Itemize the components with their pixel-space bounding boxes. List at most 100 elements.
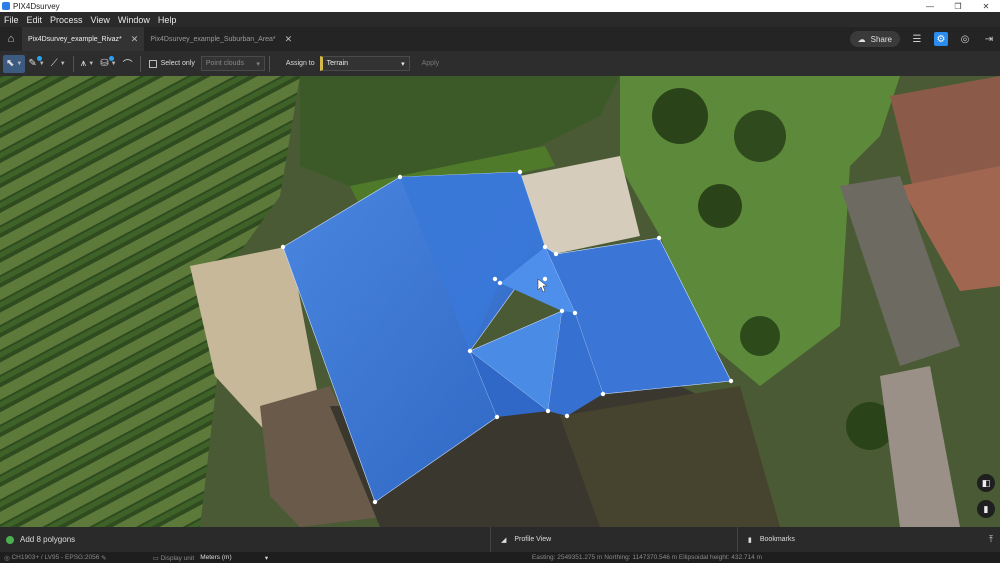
vertex-handle[interactable]	[545, 408, 551, 414]
status-message: Add 8 polygons	[20, 535, 76, 544]
menu-view[interactable]: View	[89, 15, 116, 25]
home-icon[interactable]: ⌂	[0, 27, 22, 51]
toolbar: ⬉ ▼ ✎ ▼ ⟋ ▼ ⩚ ▼ ⛁ ▼ ⌒ Select only Point cloud…	[0, 51, 1000, 76]
menu-process[interactable]: Process	[48, 15, 89, 25]
vertex-handle[interactable]	[600, 391, 606, 397]
bottom-panel: Add 8 polygons ◢ Profile View ▮ Bookmark…	[0, 527, 1000, 552]
toolbar-divider	[268, 55, 270, 72]
menu-file[interactable]: File	[2, 15, 25, 25]
select-only-checkbox[interactable]: Select only	[148, 59, 195, 68]
close-tab-icon[interactable]: ✕	[131, 34, 139, 45]
menu-bar: File Edit Process View Window Help	[0, 12, 1000, 27]
chevron-down-icon: ▼	[38, 60, 45, 67]
point-cloud-scene[interactable]	[0, 76, 1000, 527]
globe-icon[interactable]: ◎	[958, 32, 972, 46]
tab-label: Pix4Dsurvey_example_Rivaz*	[28, 35, 122, 43]
active-dot-icon	[108, 55, 114, 61]
vertex-handle[interactable]	[492, 276, 498, 282]
toolbar-divider	[139, 55, 141, 72]
tree	[698, 184, 742, 228]
tree	[652, 88, 708, 144]
display-unit-value: Meters (m)	[200, 553, 232, 561]
pen-icon: ✎	[28, 58, 37, 69]
vertex-handle[interactable]	[542, 244, 548, 250]
tab-label: Pix4Dsurvey_example_Suburban_Area*	[150, 35, 276, 43]
point-clouds-select[interactable]: Point clouds ▾	[200, 56, 265, 71]
collapse-panel-icon[interactable]: ⤒	[982, 534, 1000, 545]
profile-view-label: Profile View	[514, 536, 552, 543]
vertex-handle[interactable]	[542, 276, 548, 282]
status-message-area: Add 8 polygons	[0, 535, 490, 544]
maximize-button[interactable]: ❐	[944, 2, 972, 11]
cursor-coordinates: Easting: 2549351.275 m Northing: 1147370…	[531, 554, 762, 561]
menu-help[interactable]: Help	[156, 15, 183, 25]
apply-button[interactable]: Apply	[422, 60, 440, 67]
assign-to-label: Assign to	[285, 60, 315, 67]
vertex-handle[interactable]	[372, 499, 378, 505]
vertex-handle[interactable]	[467, 348, 473, 354]
window-title: PIX4Dsurvey	[13, 1, 60, 11]
road-icon: ⩚	[80, 58, 87, 69]
bookmark-icon[interactable]: ▮	[977, 500, 995, 518]
chevron-down-icon: ▾	[401, 60, 405, 68]
vertex-handle[interactable]	[397, 174, 403, 180]
vertex-handle[interactable]	[280, 244, 286, 250]
menu-window[interactable]: Window	[116, 15, 156, 25]
status-dot-icon	[6, 535, 14, 544]
tab-suburban-area[interactable]: Pix4Dsurvey_example_Suburban_Area* ✕	[144, 27, 298, 51]
title-bar: PIX4Dsurvey — ❐ ✕	[0, 0, 1000, 12]
menu-edit[interactable]: Edit	[25, 15, 49, 25]
select-only-label: Select only	[160, 60, 195, 67]
close-window-button[interactable]: ✕	[972, 2, 1000, 11]
crs-label[interactable]: CH1903+ / LV95 - EPSG:2056	[11, 554, 99, 561]
vertex-handle[interactable]	[494, 414, 500, 420]
ruler-icon: ▭	[152, 554, 161, 562]
active-dot-icon	[36, 55, 42, 61]
chevron-down-icon: ▼	[88, 60, 95, 67]
checkbox-box[interactable]	[148, 59, 157, 68]
point-clouds-placeholder: Point clouds	[205, 60, 244, 67]
window-controls: — ❐ ✕	[916, 2, 1000, 11]
toolbar-divider	[72, 55, 74, 72]
display-unit-label: ▭ Display unit	[153, 554, 195, 562]
vertex-handle[interactable]	[656, 235, 662, 241]
bookmarks-tab[interactable]: ▮ Bookmarks	[737, 527, 977, 552]
vertex-handle[interactable]	[517, 169, 523, 175]
line-tool[interactable]: ⟋ ▼	[48, 55, 69, 73]
profile-view-tab[interactable]: ◢ Profile View	[490, 527, 737, 552]
select-tool[interactable]: ⬉ ▼	[3, 54, 26, 73]
edit-crs-icon[interactable]: ✎	[99, 554, 106, 562]
bookmark-icon: ▮	[748, 536, 752, 544]
sign-out-icon[interactable]: ⇥	[982, 32, 996, 46]
draw-tool[interactable]: ✎ ▼	[25, 55, 47, 73]
vertex-handle[interactable]	[553, 251, 559, 257]
sliders-icon[interactable]: ☰	[910, 32, 924, 46]
bookmarks-label: Bookmarks	[759, 536, 795, 543]
surface-icon: ⌒	[122, 60, 133, 71]
vertex-handle[interactable]	[497, 280, 503, 286]
tree	[740, 316, 780, 356]
assign-class-select[interactable]: Terrain ▾	[319, 56, 410, 71]
vertex-handle[interactable]	[559, 308, 565, 314]
minimize-button[interactable]: —	[916, 2, 944, 11]
map-icon[interactable]: ◧	[977, 474, 995, 492]
road-tool[interactable]: ⩚ ▼	[78, 55, 98, 73]
share-label: Share	[870, 34, 892, 44]
chevron-down-icon: ▾	[256, 60, 260, 68]
3d-viewport[interactable]: ◧ ▮	[0, 76, 1000, 527]
vertex-handle[interactable]	[572, 310, 578, 316]
surface-tool[interactable]: ⌒	[120, 55, 136, 73]
app-logo-icon	[2, 2, 10, 10]
vertex-handle[interactable]	[728, 378, 734, 384]
display-unit-select[interactable]: Meters (m) ▾	[200, 554, 268, 562]
app-window: PIX4Dsurvey — ❐ ✕ File Edit Process View…	[0, 0, 1000, 563]
cylinder-icon: ⛁	[100, 58, 109, 69]
tab-rivaz[interactable]: Pix4Dsurvey_example_Rivaz* ✕	[22, 27, 145, 51]
gear-icon[interactable]: ⚙	[934, 32, 948, 46]
tab-bar: ⌂ Pix4Dsurvey_example_Rivaz* ✕ Pix4Dsurv…	[0, 27, 1000, 51]
chevron-down-icon: ▼	[110, 60, 117, 67]
volume-tool[interactable]: ⛁ ▼	[97, 55, 119, 73]
close-tab-icon[interactable]: ✕	[285, 34, 293, 45]
vertex-handle[interactable]	[564, 413, 570, 419]
share-button[interactable]: ☁ Share	[849, 31, 900, 47]
